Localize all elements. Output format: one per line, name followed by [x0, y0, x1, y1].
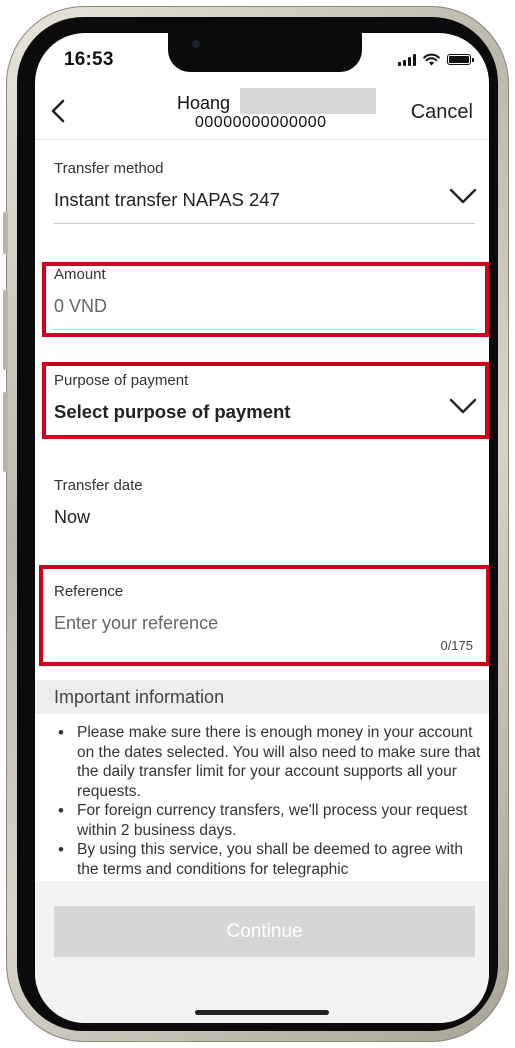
phone-volume-down-button	[3, 392, 8, 472]
purpose-select[interactable]: Select purpose of payment	[54, 401, 290, 423]
battery-icon	[447, 54, 474, 65]
back-chevron-icon[interactable]	[45, 97, 73, 125]
recipient-account-number: 00000000000000	[195, 114, 327, 131]
screen: 16:53 Hoang 00000000000000 Cancel Transf…	[35, 33, 489, 1023]
continue-button[interactable]: Continue	[54, 906, 475, 957]
recipient-name: Hoang	[177, 93, 231, 113]
amount-label: Amount	[54, 266, 106, 283]
important-info-title: Important information	[54, 687, 225, 707]
header-divider	[35, 139, 489, 140]
info-item: By using this service, you shall be deem…	[54, 840, 484, 879]
reference-input[interactable]: Enter your reference	[54, 613, 218, 634]
purpose-label: Purpose of payment	[54, 372, 189, 389]
important-info-list: Please make sure there is enough money i…	[54, 723, 484, 883]
transfer-date-label: Transfer date	[54, 477, 143, 494]
info-item: Please make sure there is enough money i…	[54, 723, 484, 801]
amount-highlight-box	[42, 262, 489, 337]
front-camera	[192, 40, 200, 48]
status-icons	[398, 53, 474, 66]
home-indicator	[195, 1010, 329, 1015]
wifi-icon	[423, 53, 440, 66]
purpose-chevron-down-icon[interactable]	[449, 397, 477, 415]
transfer-date-value[interactable]: Now	[54, 507, 90, 528]
transfer-method-value[interactable]: Instant transfer NAPAS 247	[54, 189, 280, 211]
transfer-method-underline	[54, 223, 475, 224]
cellular-signal-icon	[398, 53, 416, 66]
transfer-method-chevron-down-icon[interactable]	[449, 187, 477, 205]
phone-action-button	[3, 212, 8, 254]
transfer-method-label: Transfer method	[54, 160, 164, 177]
reference-character-counter: 0/175	[440, 638, 473, 653]
status-time: 16:53	[64, 49, 114, 70]
important-info-header: Important information	[35, 680, 489, 714]
info-item: For foreign currency transfers, we'll pr…	[54, 801, 484, 840]
cancel-button[interactable]: Cancel	[411, 101, 473, 124]
amount-underline	[54, 329, 475, 330]
redacted-name-block	[240, 88, 376, 114]
amount-input[interactable]: 0 VND	[54, 296, 107, 317]
notch	[168, 33, 362, 72]
phone-volume-up-button	[3, 290, 8, 370]
reference-label: Reference	[54, 583, 124, 600]
